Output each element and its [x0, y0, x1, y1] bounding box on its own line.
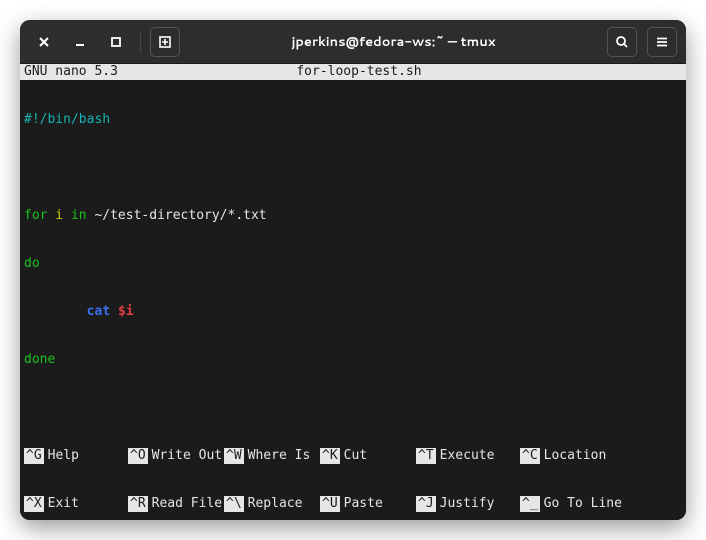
- code-cat-cmd: cat: [87, 304, 118, 319]
- nano-shortcut-bar: ^GHelp^OWrite Out^WWhere Is^KCut^TExecut…: [20, 416, 686, 520]
- shortcut-cell: ^_Go To Line: [520, 496, 616, 512]
- shortcut-key: ^G: [24, 448, 44, 464]
- close-icon: [36, 34, 52, 50]
- hamburger-icon: [654, 34, 670, 50]
- shortcut-label: Where Is: [248, 448, 311, 464]
- shortcut-label: Read File: [152, 496, 222, 512]
- shortcut-cell: ^KCut: [320, 448, 416, 464]
- close-button[interactable]: [29, 27, 59, 57]
- shortcut-label: Execute: [440, 448, 495, 464]
- terminal-window: jperkins@fedora-ws:~ — tmux GNU nano 5.3…: [20, 20, 686, 520]
- nano-status: [ Read 6 lines ]: [20, 400, 686, 416]
- code-shebang: #!/bin/bash: [24, 112, 110, 127]
- shortcut-label: Replace: [248, 496, 303, 512]
- titlebar: jperkins@fedora-ws:~ — tmux: [20, 20, 686, 64]
- shortcut-cell: ^TExecute: [416, 448, 520, 464]
- code-var: i: [47, 208, 70, 223]
- window-title: jperkins@fedora-ws:~ — tmux: [183, 33, 604, 51]
- maximize-button[interactable]: [101, 27, 131, 57]
- search-button[interactable]: [607, 27, 637, 57]
- new-tab-button[interactable]: [150, 27, 180, 57]
- nano-filename: for-loop-test.sh: [126, 64, 592, 80]
- maximize-icon: [108, 34, 124, 50]
- menu-button[interactable]: [647, 27, 677, 57]
- shortcut-label: Cut: [344, 448, 367, 464]
- titlebar-divider: [140, 31, 141, 53]
- code-glob: ~/test-directory/*.txt: [87, 208, 267, 223]
- code-in-keyword: in: [71, 208, 87, 223]
- shortcut-cell: ^WWhere Is: [224, 448, 320, 464]
- nano-header: GNU nano 5.3 for-loop-test.sh: [20, 64, 686, 80]
- shortcut-label: Write Out: [152, 448, 222, 464]
- shortcut-label: Paste: [344, 496, 383, 512]
- shortcut-key: ^J: [416, 496, 436, 512]
- shortcut-key: ^T: [416, 448, 436, 464]
- shortcut-row-1: ^GHelp^OWrite Out^WWhere Is^KCut^TExecut…: [20, 448, 686, 464]
- minimize-icon: [72, 34, 88, 50]
- code-done-keyword: done: [24, 352, 55, 367]
- shortcut-row-2: ^XExit^RRead File^\Replace^UPaste^JJusti…: [20, 496, 686, 512]
- shortcut-key: ^\: [224, 496, 244, 512]
- shortcut-label: Go To Line: [544, 496, 622, 512]
- shortcut-key: ^O: [128, 448, 148, 464]
- shortcut-label: Location: [544, 448, 607, 464]
- shortcut-key: ^C: [520, 448, 540, 464]
- code-indent: [24, 304, 87, 319]
- shortcut-label: Justify: [440, 496, 495, 512]
- terminal-viewport[interactable]: GNU nano 5.3 for-loop-test.sh #!/bin/bas…: [20, 64, 686, 520]
- shortcut-cell: ^XExit: [24, 496, 128, 512]
- new-tab-icon: [157, 34, 173, 50]
- shortcut-key: ^R: [128, 496, 148, 512]
- shortcut-cell: ^UPaste: [320, 496, 416, 512]
- shortcut-cell: ^RRead File: [128, 496, 224, 512]
- shortcut-cell: ^GHelp: [24, 448, 128, 464]
- code-arg: $i: [118, 304, 134, 319]
- nano-editor-body[interactable]: #!/bin/bash for i in ~/test-directory/*.…: [20, 80, 686, 400]
- shortcut-key: ^W: [224, 448, 244, 464]
- shortcut-cell: ^JJustify: [416, 496, 520, 512]
- shortcut-cell: ^\Replace: [224, 496, 320, 512]
- shortcut-key: ^K: [320, 448, 340, 464]
- shortcut-cell: ^OWrite Out: [128, 448, 224, 464]
- shortcut-key: ^_: [520, 496, 540, 512]
- code-do-keyword: do: [24, 256, 40, 271]
- nano-app-label: GNU nano 5.3: [24, 64, 126, 80]
- shortcut-cell: ^CLocation: [520, 448, 616, 464]
- shortcut-key: ^U: [320, 496, 340, 512]
- search-icon: [614, 34, 630, 50]
- shortcut-label: Exit: [48, 496, 79, 512]
- shortcut-key: ^X: [24, 496, 44, 512]
- shortcut-label: Help: [48, 448, 79, 464]
- minimize-button[interactable]: [65, 27, 95, 57]
- code-for-keyword: for: [24, 208, 47, 223]
